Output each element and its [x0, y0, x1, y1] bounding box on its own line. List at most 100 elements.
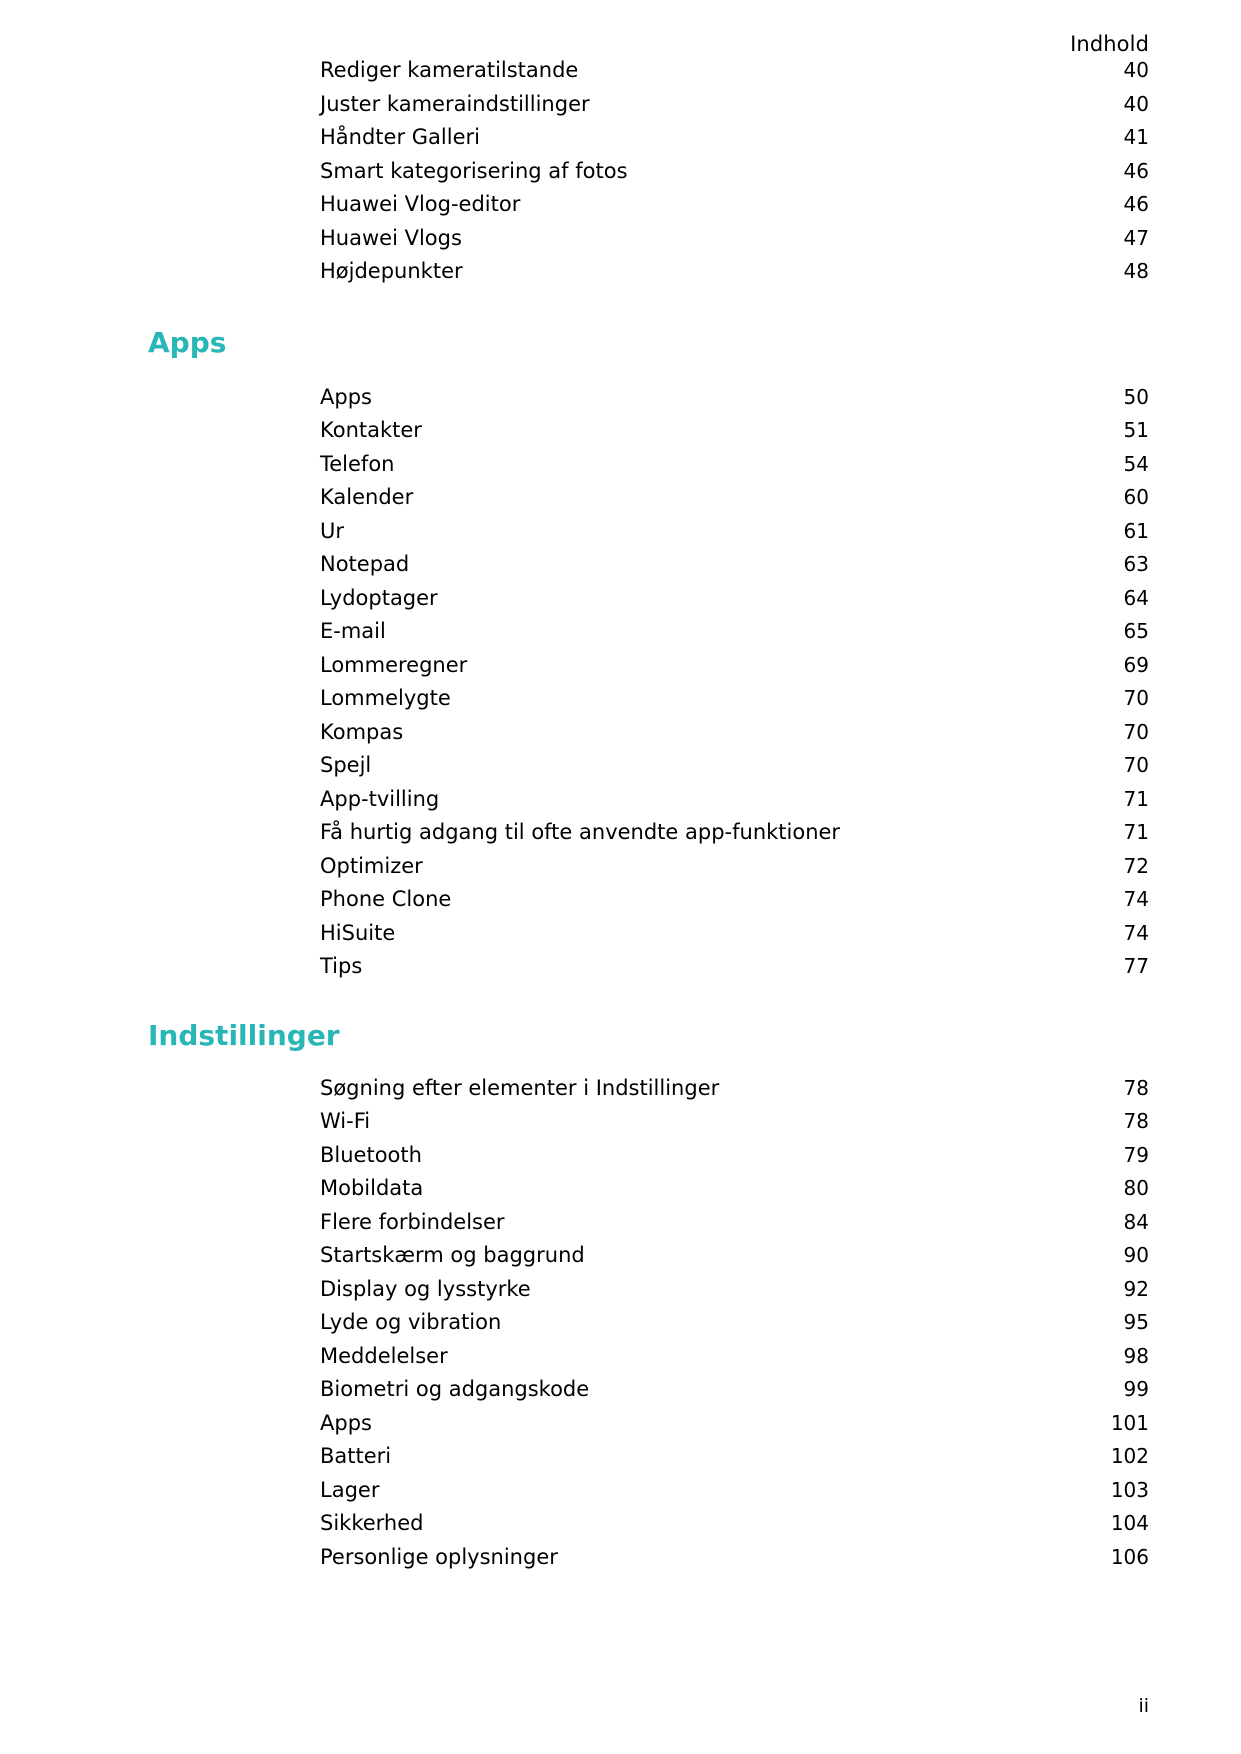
toc-entry-title: Smart kategorisering af fotos: [320, 158, 628, 183]
toc-entry-title: Apps: [320, 384, 372, 409]
toc-entry-page-number: 69: [1123, 652, 1149, 677]
toc-entry[interactable]: Ur 61: [320, 518, 1149, 555]
toc-entry-title: Lommelygte: [320, 686, 451, 710]
toc-entry-page-number: 103: [1110, 1477, 1149, 1502]
toc-entry[interactable]: Personlige oplysninger 106: [320, 1544, 1149, 1581]
toc-entry[interactable]: Kompas 70: [320, 719, 1149, 756]
section-heading: Indstillinger: [148, 1018, 340, 1052]
toc-entry-page-number: 104: [1110, 1511, 1149, 1535]
toc-entry-title: Personlige oplysninger: [320, 1544, 558, 1569]
toc-entry[interactable]: Apps 101: [320, 1412, 1149, 1447]
toc-entry-page-number: 70: [1123, 686, 1149, 710]
toc-entry-page-number: 74: [1123, 920, 1149, 945]
toc-entry[interactable]: Få hurtig adgang til ofte anvendte app-f…: [320, 822, 1149, 856]
toc-entry-page-number: 47: [1123, 225, 1149, 250]
toc-entry[interactable]: Mobildata 80: [320, 1178, 1149, 1212]
toc-entry-title: Søgning efter elementer i Indstillinger: [320, 1075, 720, 1100]
toc-entry-page-number: 98: [1123, 1343, 1149, 1368]
toc-entry-title: Wi-Fi: [320, 1109, 371, 1133]
toc-entry-title: Få hurtig adgang til ofte anvendte app-f…: [320, 820, 841, 844]
toc-entry-title: Ur: [320, 518, 345, 543]
toc-entry[interactable]: Lommelygte 70: [320, 688, 1149, 722]
toc-entry-title: Flere forbindelser: [320, 1209, 505, 1234]
toc-entry-page-number: 106: [1110, 1544, 1149, 1569]
toc-entry-title: Optimizer: [320, 853, 423, 878]
toc-entry-title: Kompas: [320, 719, 404, 744]
toc-entry-page-number: 71: [1123, 786, 1149, 811]
toc-entry-title: Phone Clone: [320, 887, 452, 911]
table-of-contents: Rediger kameratilstande 40 Juster kamerain…: [0, 60, 1241, 1580]
toc-entry[interactable]: Telefon 54: [320, 451, 1149, 488]
toc-entry-page-number: 41: [1123, 125, 1149, 149]
toc-entry-page-number: 50: [1123, 384, 1149, 409]
toc-entry-group: Apps 50 Kontakter 51 Telefon 54 Kalender 60 Ur 61…: [0, 384, 1241, 990]
toc-entry-page-number: 99: [1123, 1377, 1149, 1401]
toc-entry-page-number: 102: [1110, 1444, 1149, 1468]
toc-entry-title: Spejl: [320, 753, 372, 777]
toc-entry-title: E-mail: [320, 619, 386, 643]
toc-entry-title: Startskærm og baggrund: [320, 1243, 585, 1267]
toc-entry[interactable]: Lyde og vibration 95: [320, 1312, 1149, 1346]
toc-entry-page-number: 72: [1123, 853, 1149, 878]
toc-entry[interactable]: Meddelelser 98: [320, 1343, 1149, 1380]
toc-entry-page-number: 61: [1123, 518, 1149, 543]
toc-entry[interactable]: Håndter Galleri 41: [320, 127, 1149, 161]
toc-entry-page-number: 46: [1123, 192, 1149, 216]
toc-entry[interactable]: Lager 103: [320, 1477, 1149, 1514]
toc-entry[interactable]: Apps 50: [320, 384, 1149, 421]
toc-entry-title: Juster kameraindstillinger: [320, 91, 590, 116]
toc-entry-page-number: 77: [1123, 954, 1149, 978]
toc-page: Indhold Rediger kameratilstande 40 Juster …: [0, 0, 1241, 1754]
toc-entry-title: Mobildata: [320, 1176, 424, 1200]
toc-entry[interactable]: Batteri 102: [320, 1446, 1149, 1480]
toc-entry-group: Rediger kameratilstande 40 Juster kamerain…: [0, 60, 1241, 295]
toc-entry-title: App-tvilling: [320, 786, 440, 811]
toc-entry-page-number: 70: [1123, 753, 1149, 777]
toc-entry[interactable]: Kontakter 51: [320, 420, 1149, 454]
toc-entry-page-number: 65: [1123, 619, 1149, 643]
toc-entry[interactable]: Startskærm og baggrund 90: [320, 1245, 1149, 1279]
toc-entry-title: Tips: [320, 954, 363, 978]
toc-entry[interactable]: Lydoptager 64: [320, 587, 1149, 622]
toc-entry[interactable]: Tips 77: [320, 956, 1149, 990]
toc-entry[interactable]: Juster kameraindstillinger 40: [320, 91, 1149, 128]
section-heading: Apps: [148, 325, 227, 359]
toc-entry[interactable]: Display og lysstyrke 92: [320, 1278, 1149, 1313]
toc-entry-title: Rediger kameratilstande: [320, 58, 579, 82]
toc-entry[interactable]: Bluetooth 79: [320, 1142, 1149, 1179]
toc-entry-page-number: 60: [1123, 485, 1149, 509]
toc-entry[interactable]: Kalender 60: [320, 487, 1149, 521]
toc-entry-page-number: 80: [1123, 1176, 1149, 1200]
toc-entry[interactable]: Søgning efter elementer i Indstillinger 7…: [320, 1075, 1149, 1112]
toc-entry-page-number: 54: [1123, 451, 1149, 476]
toc-entry[interactable]: Notepad 63: [320, 554, 1149, 588]
toc-entry-page-number: 70: [1123, 719, 1149, 744]
toc-entry[interactable]: Flere forbindelser 84: [320, 1209, 1149, 1246]
toc-entry[interactable]: HiSuite 74: [320, 920, 1149, 957]
toc-entry[interactable]: Huawei Vlog-editor 46: [320, 194, 1149, 228]
toc-entry-page-number: 79: [1123, 1142, 1149, 1167]
toc-entry[interactable]: Huawei Vlogs 47: [320, 225, 1149, 262]
toc-entry-title: Huawei Vlogs: [320, 225, 462, 250]
toc-entry[interactable]: Smart kategorisering af fotos 46: [320, 158, 1149, 195]
toc-entry-page-number: 71: [1123, 820, 1149, 844]
toc-entry-title: Lyde og vibration: [320, 1310, 502, 1334]
toc-entry[interactable]: App-tvilling 71: [320, 786, 1149, 823]
toc-entry[interactable]: Lommeregner 69: [320, 652, 1149, 689]
toc-entry-page-number: 46: [1123, 158, 1149, 183]
toc-entry-title: Lager: [320, 1477, 380, 1502]
toc-entry[interactable]: Højdepunkter 48: [320, 261, 1149, 295]
toc-entry[interactable]: Sikkerhed 104: [320, 1513, 1149, 1547]
toc-entry-page-number: 40: [1123, 58, 1149, 82]
toc-entry[interactable]: Phone Clone 74: [320, 889, 1149, 923]
toc-entry[interactable]: Biometri og adgangskode 99: [320, 1379, 1149, 1413]
toc-entry[interactable]: Rediger kameratilstande 40: [320, 60, 1149, 94]
toc-entry-title: Bluetooth: [320, 1142, 422, 1167]
toc-entry[interactable]: E-mail 65: [320, 621, 1149, 655]
toc-entry[interactable]: Optimizer 72: [320, 853, 1149, 890]
toc-entry-title: Sikkerhed: [320, 1511, 424, 1535]
toc-entry[interactable]: Wi-Fi 78: [320, 1111, 1149, 1145]
toc-entry[interactable]: Spejl 70: [320, 755, 1149, 789]
toc-entry-page-number: 90: [1123, 1243, 1149, 1267]
toc-entry-page-number: 51: [1123, 418, 1149, 442]
